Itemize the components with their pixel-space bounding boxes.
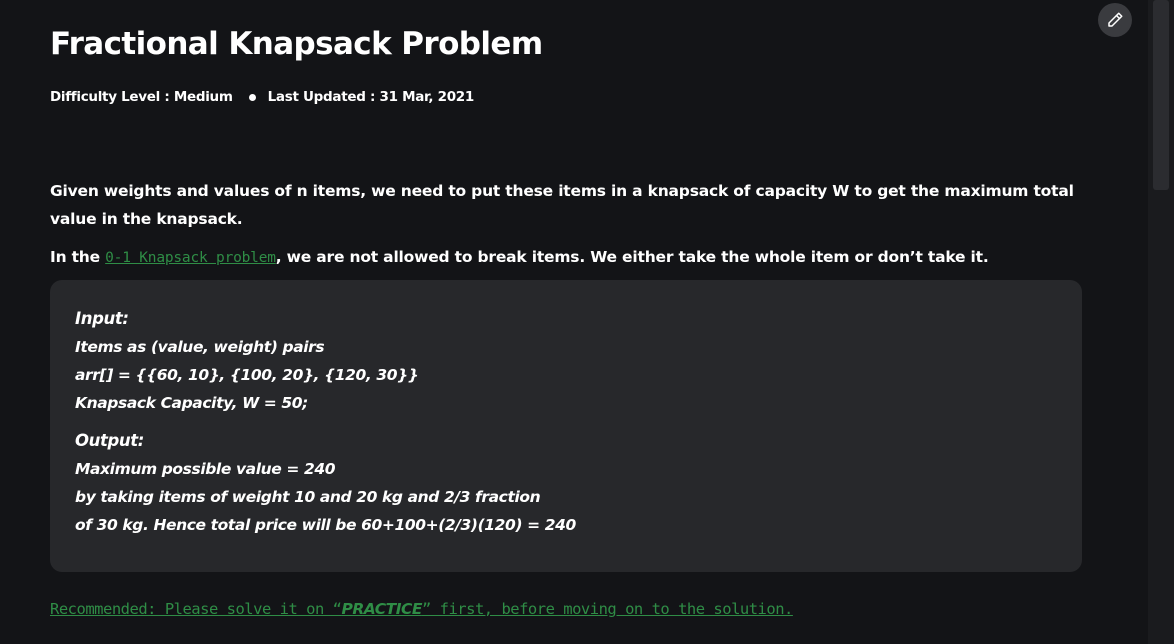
- scrollbar-thumb[interactable]: [1153, 0, 1169, 190]
- input-line: Knapsack Capacity, W = 50;: [75, 394, 308, 412]
- knapsack-note-paragraph: In the 0-1 Knapsack problem, we are not …: [50, 243, 1080, 272]
- output-line: by taking items of weight 10 and 20 kg a…: [75, 488, 541, 506]
- page-title: Fractional Knapsack Problem: [50, 26, 543, 62]
- output-heading: Output:: [75, 431, 144, 450]
- article-meta: Difficulty Level : Medium Last Updated :…: [50, 89, 474, 105]
- recommend-prefix: Recommended: Please solve it on “: [50, 600, 342, 618]
- recommended-practice-link[interactable]: Recommended: Please solve it on “PRACTIC…: [50, 600, 793, 618]
- recommend-suffix: ” first, before moving on to the solutio…: [421, 600, 793, 618]
- input-line: arr[] = {{60, 10}, {100, 20}, {120, 30}}: [75, 366, 419, 384]
- output-line: of 30 kg. Hence total price will be 60+1…: [75, 516, 576, 534]
- input-line: Items as (value, weight) pairs: [75, 338, 325, 356]
- knapsack-01-link[interactable]: 0-1 Knapsack problem: [105, 250, 276, 266]
- last-updated: Last Updated : 31 Mar, 2021: [267, 89, 475, 105]
- para2-suffix: , we are not allowed to break items. We …: [275, 248, 989, 266]
- edit-button[interactable]: [1098, 3, 1132, 37]
- separator-dot: [248, 93, 256, 101]
- vertical-scrollbar[interactable]: [1148, 0, 1174, 644]
- pencil-icon: [1108, 12, 1123, 27]
- intro-paragraph: Given weights and values of n items, we …: [50, 182, 1074, 228]
- example-box: Input: Items as (value, weight) pairs ar…: [50, 280, 1082, 572]
- practice-label: PRACTICE: [341, 600, 422, 618]
- output-block: Output: Maximum possible value = 240 by …: [75, 427, 576, 539]
- article-page: Fractional Knapsack Problem Difficulty L…: [0, 0, 1174, 644]
- difficulty-level: Difficulty Level : Medium: [50, 89, 233, 105]
- input-block: Input: Items as (value, weight) pairs ar…: [75, 305, 419, 417]
- para2-prefix: In the: [50, 248, 106, 266]
- output-line: Maximum possible value = 240: [75, 460, 336, 478]
- input-heading: Input:: [75, 309, 129, 328]
